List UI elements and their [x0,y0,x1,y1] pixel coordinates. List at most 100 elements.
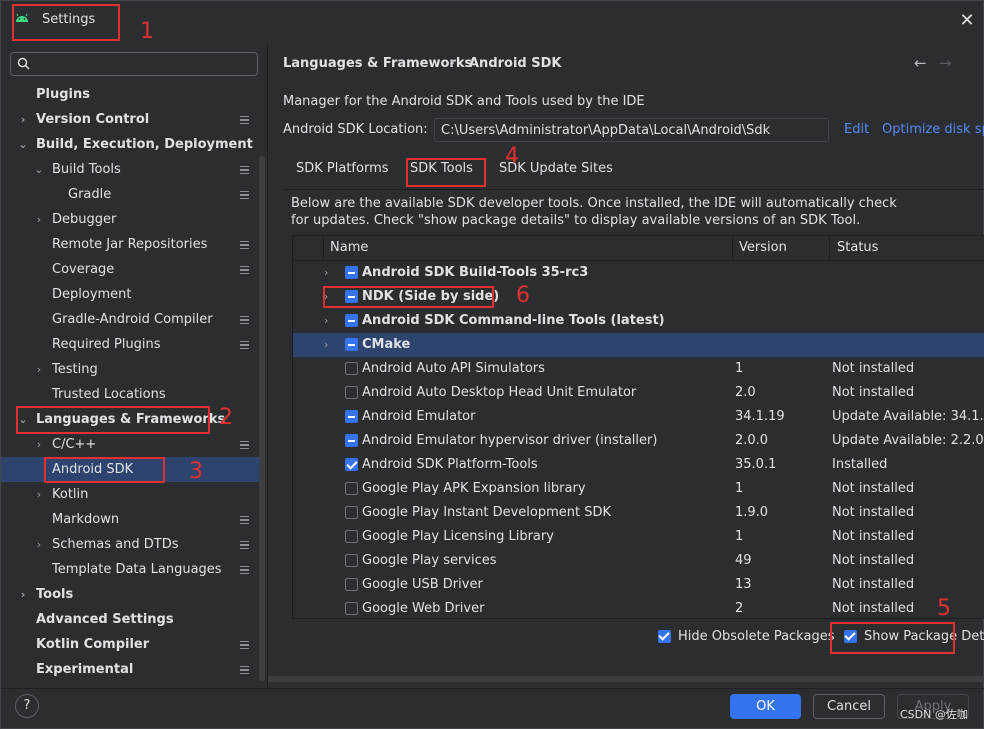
row-checkbox[interactable] [345,602,358,615]
chevron-right-icon[interactable]: › [17,107,29,132]
row-checkbox[interactable] [345,506,358,519]
chevron-right-icon[interactable]: › [324,261,328,285]
hide-obsolete-checkbox[interactable] [658,630,671,643]
annotation-box [12,4,120,41]
column-header-version[interactable]: Version [739,236,787,260]
row-version: 1.9.0 [735,505,769,520]
chevron-right-icon[interactable]: › [33,482,45,507]
row-checkbox[interactable] [345,314,358,327]
tree-scrollbar[interactable] [259,156,265,681]
hide-obsolete-label[interactable]: Hide Obsolete Packages [678,629,834,644]
column-divider[interactable] [829,236,830,260]
tree-item[interactable]: Required Plugins [1,332,265,357]
row-checkbox[interactable] [345,362,358,375]
chevron-right-icon[interactable]: › [33,357,45,382]
settings-search[interactable] [10,52,258,76]
row-checkbox[interactable] [345,482,358,495]
column-header-status[interactable]: Status [837,236,878,260]
chevron-right-icon[interactable]: › [33,532,45,557]
table-row[interactable]: Android Auto Desktop Head Unit Emulator 2… [293,381,984,405]
row-checkbox[interactable] [345,434,358,447]
tree-item[interactable]: Gradle [1,182,265,207]
table-row[interactable]: Google Web Driver 2 Not installed [293,597,984,618]
row-name: Google Play Licensing Library [362,529,554,544]
tree-item[interactable]: Template Data Languages [1,557,265,582]
tree-item[interactable]: ⌄ Build Tools [1,157,265,182]
row-version: 35.0.1 [735,457,777,472]
row-checkbox[interactable] [345,578,358,591]
tree-item-label: Remote Jar Repositories [52,237,208,252]
row-checkbox[interactable] [345,530,358,543]
annotation-number: 5 [937,596,951,621]
tree-item[interactable]: › C/C++ [1,432,265,457]
table-row[interactable]: › CMake [293,333,984,357]
table-row[interactable]: Google Play Instant Development SDK 1.9.0… [293,501,984,525]
chevron-right-icon[interactable]: › [324,333,328,357]
tree-item[interactable]: › Kotlin [1,482,265,507]
tab-sdk-platforms[interactable]: SDK Platforms [296,161,389,176]
row-status: Not installed [832,505,915,520]
edit-link[interactable]: Edit [844,122,869,137]
tree-item[interactable]: Deployment [1,282,265,307]
chevron-right-icon[interactable]: › [33,432,45,457]
table-row[interactable]: › Android SDK Command-line Tools (latest) [293,309,984,333]
horizontal-scrollbar[interactable] [268,676,984,682]
tree-item[interactable]: › Schemas and DTDs [1,532,265,557]
tree-item[interactable]: ⌄ Build, Execution, Deployment [1,132,265,157]
tree-item[interactable]: Markdown [1,507,265,532]
project-settings-icon [240,541,249,549]
table-row[interactable]: Google Play services 49 Not installed [293,549,984,573]
row-checkbox[interactable] [345,386,358,399]
chevron-down-icon[interactable]: ⌄ [33,157,45,182]
search-input[interactable] [39,55,249,73]
row-checkbox[interactable] [345,338,358,351]
tree-item-label: Testing [52,362,98,377]
chevron-down-icon[interactable]: ⌄ [17,132,29,157]
table-row[interactable]: Android Auto API Simulators 1 Not installe… [293,357,984,381]
row-status: Not installed [832,577,915,592]
row-status: Not installed [832,529,915,544]
tree-item[interactable]: Gradle-Android Compiler [1,307,265,332]
column-divider[interactable] [732,236,733,260]
cancel-button[interactable]: Cancel [813,694,885,719]
panel-divider[interactable] [267,43,268,689]
sdk-location-input[interactable] [441,121,821,139]
tree-item[interactable]: Experimental [1,657,265,682]
table-row[interactable]: Android Emulator hypervisor driver (inst… [293,429,984,453]
table-row[interactable]: › Android SDK Build-Tools 35-rc3 [293,261,984,285]
tree-item[interactable]: Trusted Locations [1,382,265,407]
row-checkbox[interactable] [345,410,358,423]
close-icon[interactable]: ✕ [955,10,979,32]
row-checkbox[interactable] [345,554,358,567]
row-checkbox[interactable] [345,458,358,471]
help-button[interactable]: ? [15,694,39,718]
table-row[interactable]: Google USB Driver 13 Not installed [293,573,984,597]
chevron-right-icon[interactable]: › [33,207,45,232]
row-version: 1 [735,361,744,376]
chevron-right-icon[interactable]: › [17,582,29,607]
info-text-line-2: for updates. Check "show package details… [291,213,861,228]
table-row[interactable]: Google Play Licensing Library 1 Not instal… [293,525,984,549]
table-row[interactable]: Google Play APK Expansion library 1 Not in… [293,477,984,501]
row-checkbox[interactable] [345,266,358,279]
tree-item[interactable]: › Testing [1,357,265,382]
table-row[interactable]: Android SDK Platform-Tools 35.0.1 Installe… [293,453,984,477]
back-arrow-icon[interactable]: ← [914,54,927,72]
tree-item[interactable]: Advanced Settings [1,607,265,632]
column-header-name[interactable]: Name [330,236,368,260]
tree-item-label: Debugger [52,212,117,227]
sdk-location-field[interactable] [434,118,829,142]
tree-item[interactable]: Plugins [1,82,265,107]
tree-item[interactable]: › Version Control [1,107,265,132]
breadcrumb-parent[interactable]: Languages & Frameworks [283,56,472,71]
forward-arrow-icon[interactable]: → [939,54,952,72]
ok-button[interactable]: OK [730,694,801,719]
optimize-disk-space-link[interactable]: Optimize disk sp [882,122,984,137]
tree-item[interactable]: Remote Jar Repositories [1,232,265,257]
tree-item[interactable]: › Tools [1,582,265,607]
table-row[interactable]: Android Emulator 34.1.19 Update Available:… [293,405,984,429]
chevron-right-icon[interactable]: › [324,309,328,333]
tree-item[interactable]: Kotlin Compiler [1,632,265,657]
tree-item[interactable]: Coverage [1,257,265,282]
tree-item[interactable]: › Debugger [1,207,265,232]
